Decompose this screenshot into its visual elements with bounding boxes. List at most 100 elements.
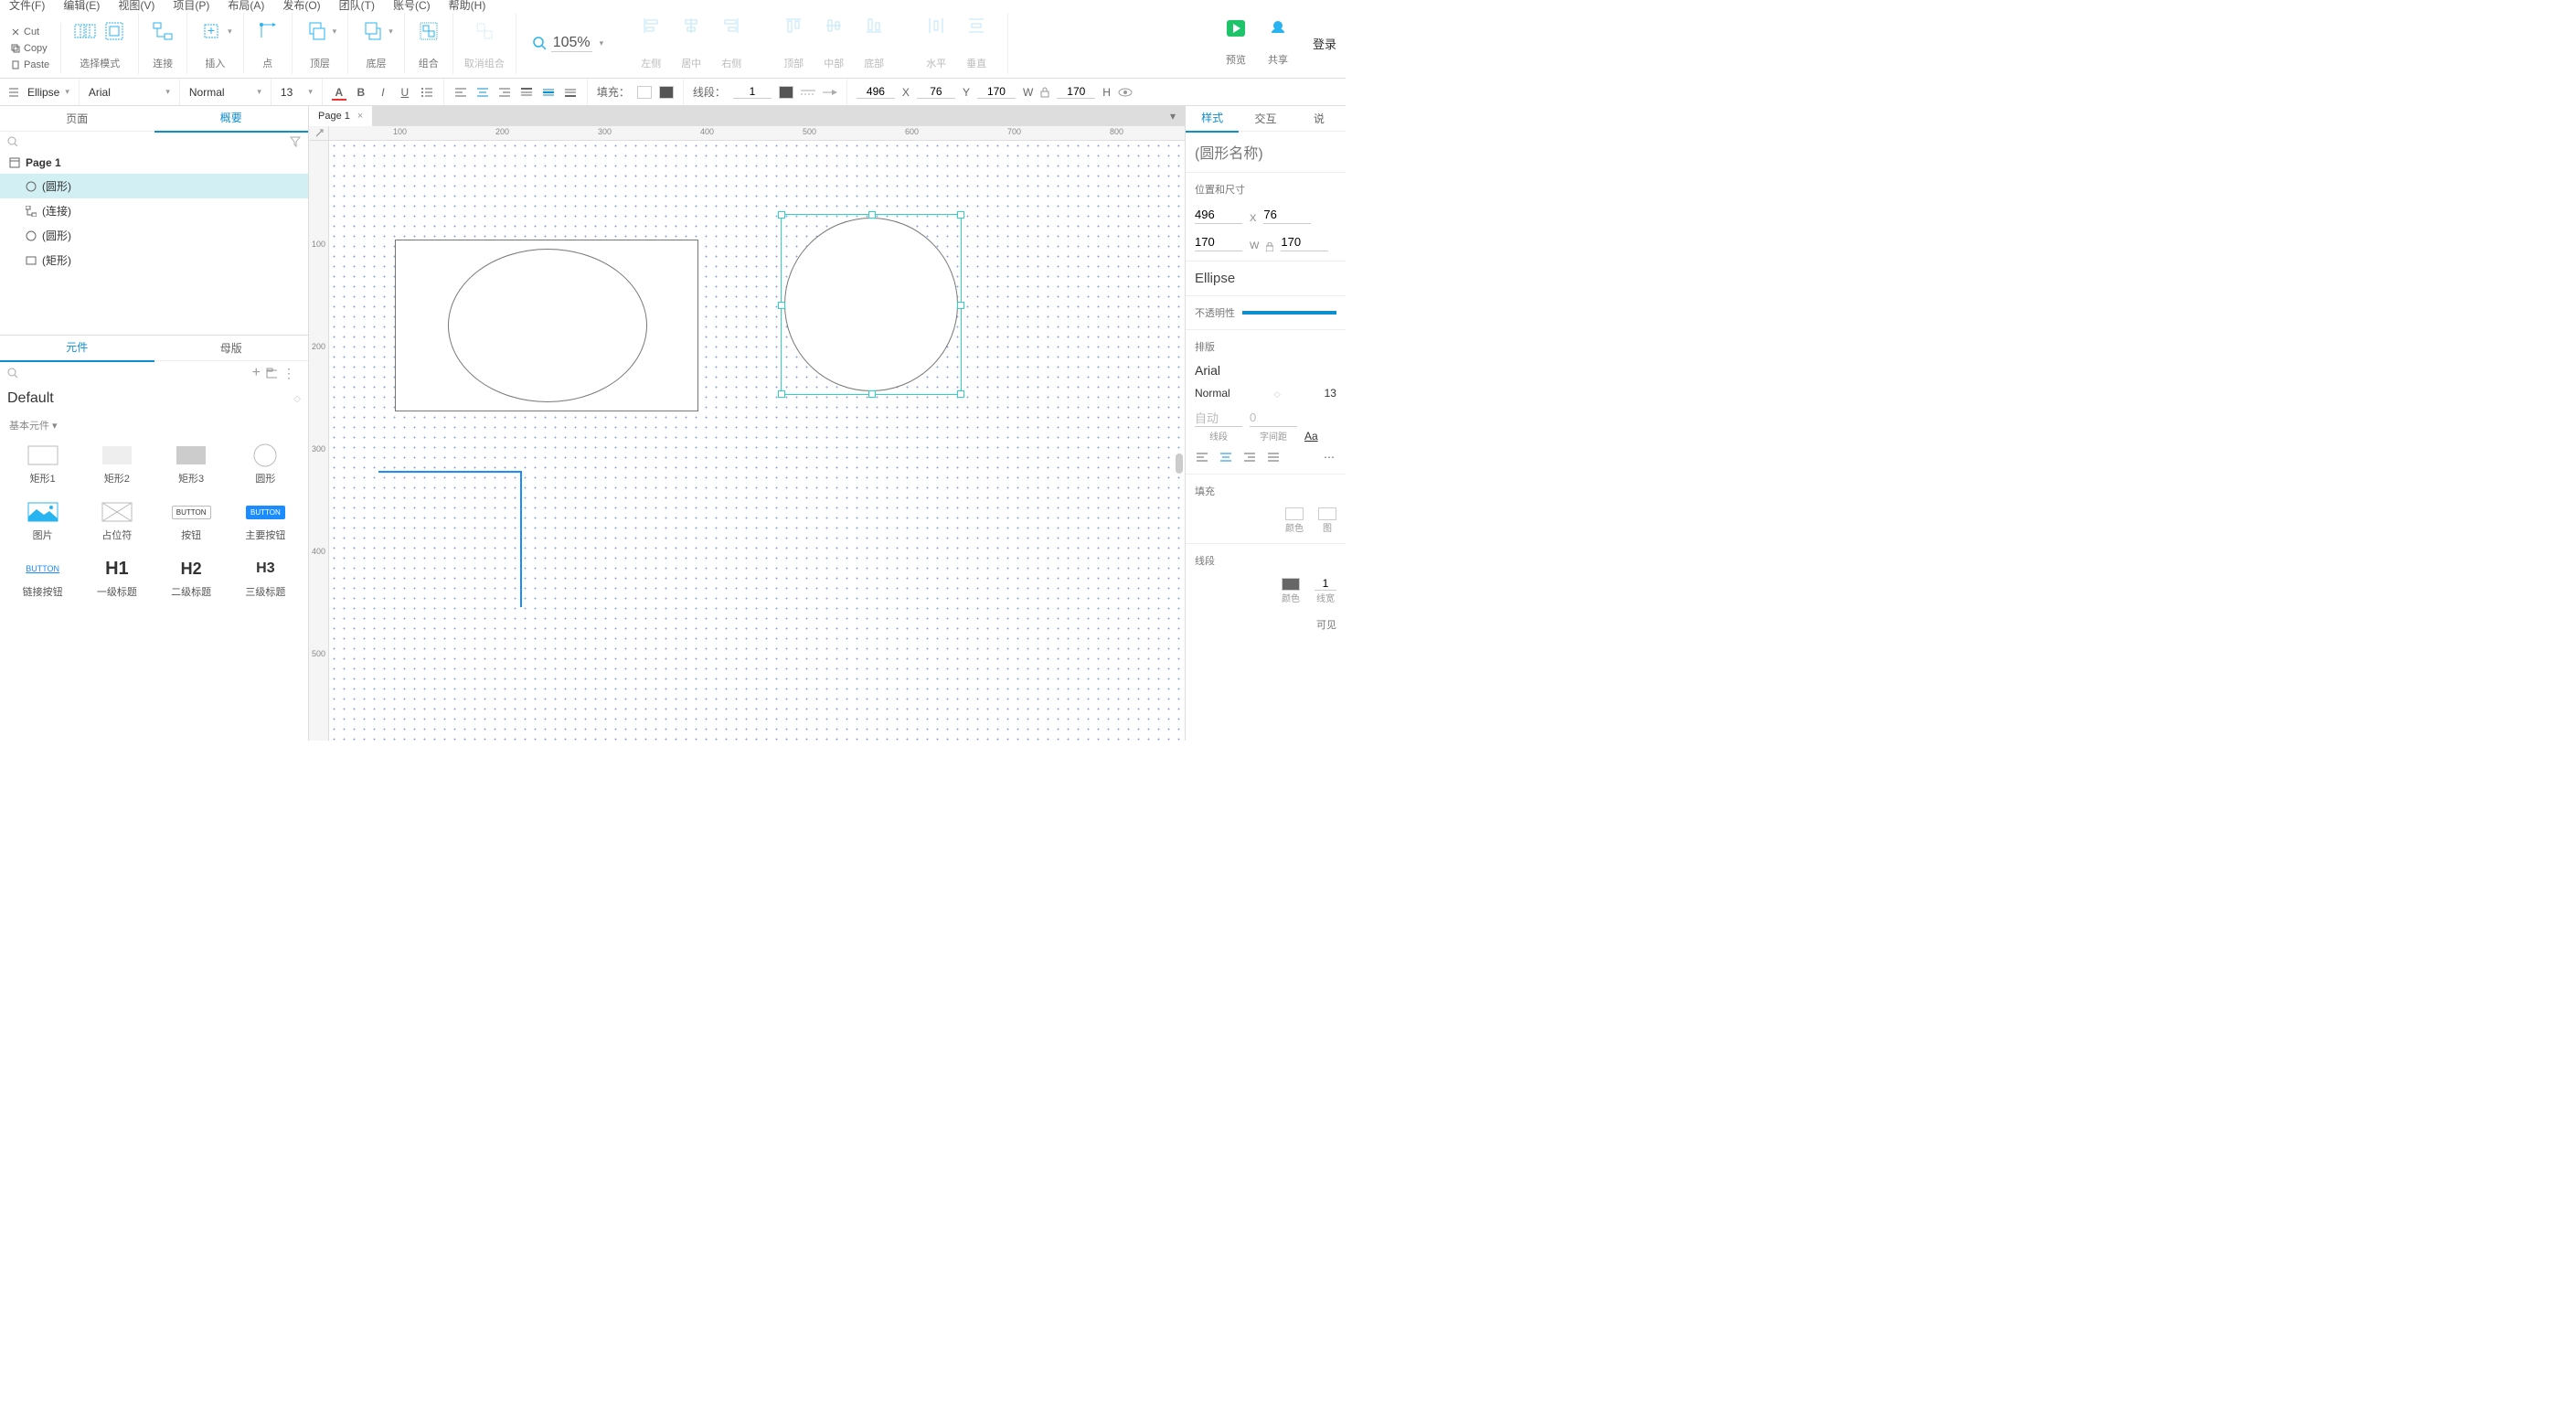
align-center-text-icon[interactable] <box>475 85 490 100</box>
tab-masters[interactable]: 母版 <box>154 335 309 361</box>
menu-publish[interactable]: 发布(O) <box>282 0 320 13</box>
menu-file[interactable]: 文件(F) <box>9 0 45 13</box>
char-spacing-input[interactable] <box>1250 409 1297 427</box>
tab-widgets[interactable]: 元件 <box>0 334 154 362</box>
tab-interact[interactable]: 交互 <box>1239 106 1292 132</box>
login-link[interactable]: 登录 <box>1313 35 1336 52</box>
text-options[interactable]: Aa <box>1304 430 1318 443</box>
widget-h3[interactable]: H3三级标题 <box>230 551 301 604</box>
ruler-vertical[interactable]: 100 200 300 400 500 <box>309 141 329 741</box>
select-contain-icon[interactable] <box>101 18 127 44</box>
widget-button[interactable]: BUTTON按钮 <box>156 495 227 548</box>
menu-layout[interactable]: 布局(A) <box>228 0 264 13</box>
scrollbar-thumb[interactable] <box>1176 453 1183 474</box>
menu-view[interactable]: 视图(V) <box>118 0 154 13</box>
insp-weight[interactable]: Normal <box>1195 387 1230 400</box>
fill-color-swatch[interactable] <box>637 86 652 99</box>
shape-type-select[interactable]: Ellipse▾ <box>0 79 80 105</box>
menu-account[interactable]: 账号(C) <box>393 0 431 13</box>
lock-icon[interactable] <box>1266 242 1273 251</box>
tab-style[interactable]: 样式 <box>1186 106 1239 133</box>
stroke-width-input[interactable] <box>733 85 772 99</box>
lib-folder-icon[interactable] <box>266 368 277 379</box>
outline-item-3[interactable]: (矩形) <box>0 248 308 272</box>
widget-ellipse[interactable]: 圆形 <box>230 438 301 491</box>
connector-icon[interactable] <box>150 18 176 44</box>
widget-image[interactable]: 图片 <box>7 495 78 548</box>
select-intersect-icon[interactable] <box>72 18 98 44</box>
tab-outline[interactable]: 概要 <box>154 104 309 133</box>
menu-edit[interactable]: 编辑(E) <box>63 0 100 13</box>
align-right-text-icon[interactable] <box>497 85 512 100</box>
ta-center[interactable] <box>1219 450 1233 464</box>
bring-front-icon[interactable] <box>303 18 329 44</box>
widget-h2[interactable]: H2二级标题 <box>156 551 227 604</box>
x-input[interactable] <box>857 85 895 99</box>
align-left-text-icon[interactable] <box>453 85 468 100</box>
insp-font[interactable]: Arial <box>1195 363 1220 378</box>
bullets-icon[interactable] <box>420 85 434 100</box>
insp-size[interactable]: 13 <box>1325 387 1336 400</box>
bold-icon[interactable]: B <box>354 85 368 100</box>
widget-rect1[interactable]: 矩形1 <box>7 438 78 491</box>
send-back-icon[interactable] <box>359 18 385 44</box>
widget-rect2[interactable]: 矩形2 <box>81 438 152 491</box>
tab-notes[interactable]: 说 <box>1293 106 1346 132</box>
widget-primary-button[interactable]: BUTTON主要按钮 <box>230 495 301 548</box>
w-input[interactable] <box>977 85 1016 99</box>
lock-icon[interactable] <box>1040 87 1049 98</box>
widget-link-button[interactable]: BUTTON链接按钮 <box>7 551 78 604</box>
valign-top-icon[interactable] <box>519 85 534 100</box>
insp-x-input[interactable] <box>1195 206 1242 224</box>
lib-menu-icon[interactable]: ⋮ <box>277 366 301 381</box>
widget-search-input[interactable] <box>18 367 247 379</box>
insert-icon[interactable]: + <box>198 18 224 44</box>
outline-search-input[interactable] <box>18 135 290 148</box>
line-spacing-input[interactable] <box>1195 409 1242 427</box>
insp-h-input[interactable] <box>1281 233 1328 251</box>
widget-rect3[interactable]: 矩形3 <box>156 438 227 491</box>
page-tab[interactable]: Page 1× <box>309 106 372 126</box>
stroke-w-input[interactable] <box>1315 577 1336 591</box>
point-icon[interactable] <box>255 18 281 44</box>
outline-item-2[interactable]: (圆形) <box>0 223 308 248</box>
stroke-color-swatch[interactable] <box>1282 578 1300 591</box>
visibility-icon[interactable] <box>1118 88 1133 97</box>
ta-left[interactable] <box>1195 450 1209 464</box>
more-icon[interactable]: ⋯ <box>1322 450 1336 464</box>
preview-button[interactable]: 预览 <box>1223 13 1249 74</box>
valign-mid-icon[interactable] <box>541 85 556 100</box>
italic-icon[interactable]: I <box>376 85 390 100</box>
menu-team[interactable]: 团队(T) <box>339 0 375 13</box>
underline-icon[interactable]: U <box>398 85 412 100</box>
outline-item-1[interactable]: (连接) <box>0 198 308 223</box>
stroke-style-icon[interactable] <box>801 85 815 100</box>
text-color-icon[interactable]: A <box>332 85 346 100</box>
close-tab-icon[interactable]: × <box>357 111 363 122</box>
cut-button[interactable]: Cut <box>7 25 53 39</box>
widget-h1[interactable]: H1一级标题 <box>81 551 152 604</box>
shape-ellipse-inner[interactable] <box>448 249 647 402</box>
filter-icon[interactable] <box>290 136 301 147</box>
outline-item-0[interactable]: (圆形) <box>0 174 308 198</box>
outline-page[interactable]: Page 1 <box>0 152 308 174</box>
ruler-corner[interactable] <box>309 126 329 141</box>
fill-dark-swatch[interactable] <box>659 86 674 99</box>
menu-project[interactable]: 项目(P) <box>173 0 209 13</box>
fill-color-swatch[interactable] <box>1285 507 1304 520</box>
fill-image-swatch[interactable] <box>1318 507 1336 520</box>
stroke-color-swatch[interactable] <box>779 86 793 99</box>
font-family-select[interactable]: Arial▾ <box>80 79 180 105</box>
group-icon[interactable] <box>416 18 442 44</box>
add-lib-icon[interactable]: + <box>247 365 266 381</box>
tab-pages[interactable]: 页面 <box>0 105 154 132</box>
font-size-select[interactable]: 13▾ <box>271 79 323 105</box>
copy-button[interactable]: Copy <box>7 41 53 56</box>
shape-name-field[interactable]: (圆形名称) <box>1195 146 1263 162</box>
opacity-slider[interactable] <box>1242 311 1336 315</box>
share-button[interactable]: 共享 <box>1265 13 1291 74</box>
ta-justify[interactable] <box>1266 450 1281 464</box>
widget-placeholder[interactable]: 占位符 <box>81 495 152 548</box>
shape-class[interactable]: Ellipse <box>1195 271 1235 286</box>
font-weight-select[interactable]: Normal▾ <box>180 79 271 105</box>
